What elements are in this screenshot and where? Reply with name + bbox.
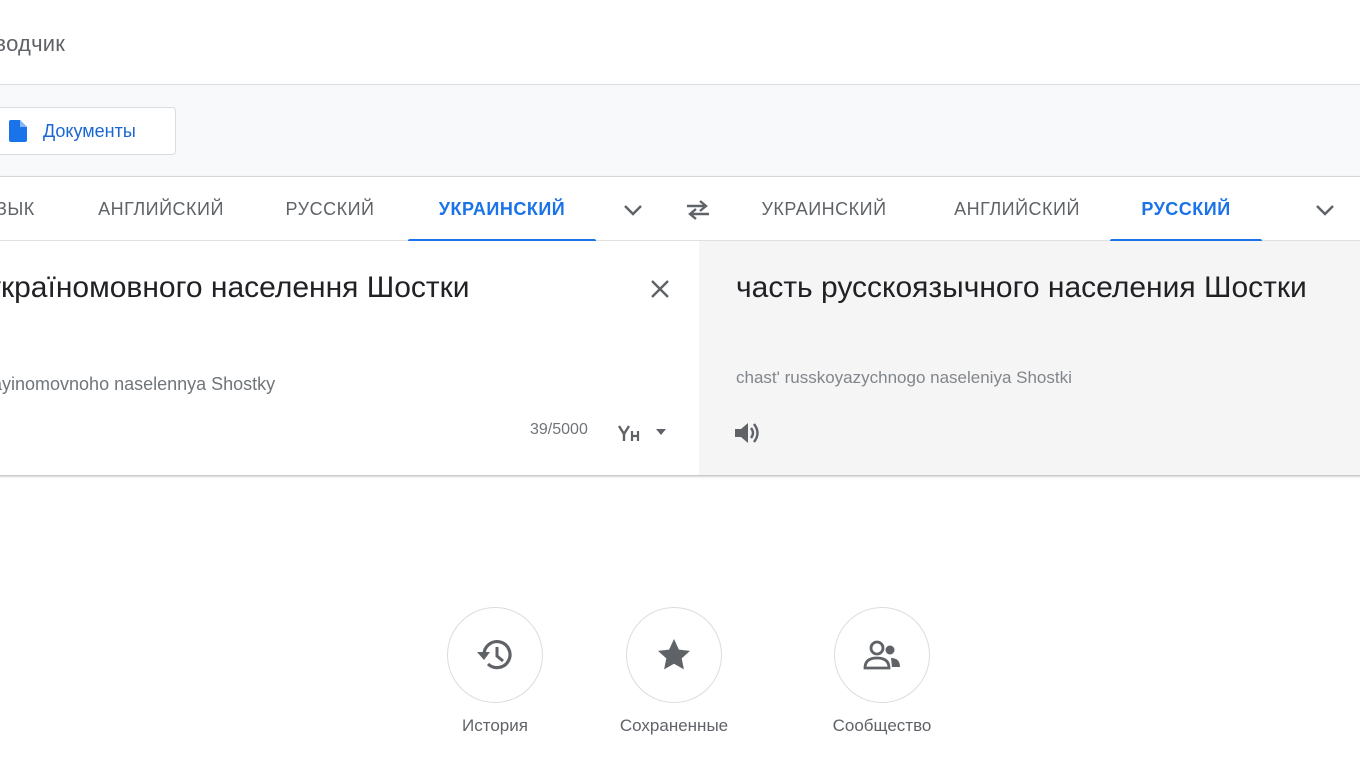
tab-source-ukrainian[interactable]: УКРАИНСКИЙ — [408, 177, 596, 242]
swap-languages-button[interactable] — [680, 193, 716, 227]
source-text[interactable]: україномовного населення Шостки — [0, 271, 470, 305]
community-button[interactable] — [834, 607, 930, 703]
app-title: еводчик — [0, 31, 66, 56]
document-icon — [9, 120, 27, 142]
translator-card: ЗЫК АНГЛИЙСКИЙ РУССКИЙ УКРАИНСКИЙ УКРАИН… — [0, 177, 1360, 475]
target-transliteration: chast' russkoyazychnogo naseleniya Shost… — [736, 368, 1072, 387]
history-icon — [477, 640, 512, 670]
saved-label: Сохраненные — [619, 716, 729, 735]
language-bar: ЗЫК АНГЛИЙСКИЙ РУССКИЙ УКРАИНСКИЙ УКРАИН… — [0, 177, 1360, 242]
source-transliteration: ayinomovnoho naselennya Shostky — [0, 374, 276, 394]
community-icon — [863, 640, 900, 670]
source-pane[interactable]: україномовного населення Шостки ayinomov… — [0, 241, 699, 475]
clear-source-button[interactable] — [644, 273, 676, 305]
documents-button-label: Документы — [43, 120, 136, 141]
app-header: еводчик — [0, 0, 1360, 85]
history-shortcut[interactable]: История — [410, 607, 580, 747]
translation-text: часть русскоязычного населения Шостки — [736, 271, 1307, 304]
source-more-languages-button[interactable] — [616, 195, 650, 225]
input-tools-button[interactable] — [612, 417, 674, 447]
community-shortcut[interactable]: Сообщество — [797, 607, 967, 747]
history-label: История — [462, 716, 528, 735]
target-more-languages-button[interactable] — [1308, 195, 1342, 225]
chevron-down-icon — [624, 205, 642, 216]
star-icon — [658, 639, 690, 670]
community-label: Сообщество — [832, 716, 932, 735]
tab-source-english[interactable]: АНГЛИЙСКИЙ — [78, 177, 244, 241]
tab-target-english[interactable]: АНГЛИЙСКИЙ — [934, 177, 1100, 241]
toolbar: Документы — [0, 85, 1360, 177]
close-icon — [651, 280, 669, 298]
history-button[interactable] — [447, 607, 543, 703]
saved-shortcut[interactable]: Сохраненные — [589, 607, 759, 747]
keyboard-icon — [617, 425, 666, 441]
listen-translation-button[interactable] — [731, 417, 763, 449]
swap-icon — [687, 200, 709, 220]
speaker-icon — [735, 423, 759, 443]
documents-button[interactable]: Документы — [0, 107, 176, 155]
saved-button[interactable] — [626, 607, 722, 703]
chevron-down-icon — [1316, 205, 1334, 216]
character-count: 39/5000 — [530, 421, 588, 438]
target-pane: часть русскоязычного населения Шостки ch… — [699, 241, 1360, 475]
tab-target-ukrainian[interactable]: УКРАИНСКИЙ — [744, 177, 904, 241]
tab-source-detect[interactable]: ЗЫК — [0, 177, 36, 241]
tab-target-russian[interactable]: РУССКИЙ — [1110, 177, 1262, 242]
tab-source-russian[interactable]: РУССКИЙ — [268, 177, 392, 241]
